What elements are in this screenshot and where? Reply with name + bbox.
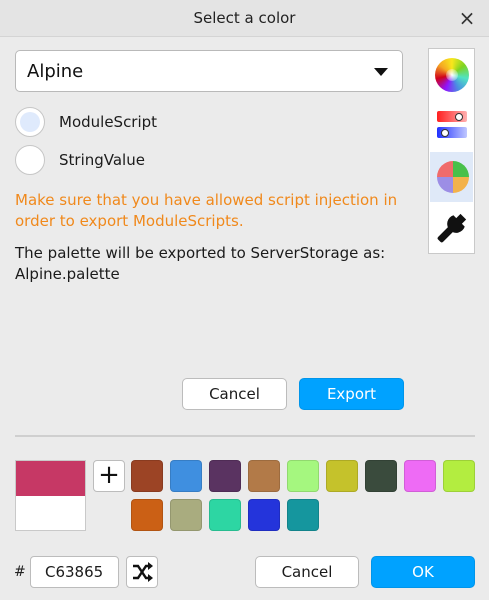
palette-dropdown[interactable]: Alpine [15,50,403,92]
previous-color-preview [16,496,85,530]
color-swatch[interactable] [404,460,436,492]
color-swatch[interactable] [131,499,163,531]
random-color-button[interactable] [126,556,158,588]
title-bar: Select a color × [0,0,489,37]
editor-sidebar [428,48,475,254]
tab-color-sliders[interactable] [430,101,473,151]
current-color-preview [16,461,85,496]
palette-dropdown-value: Alpine [27,61,84,82]
divider [15,435,475,437]
palette-pie-icon [437,161,469,193]
color-swatch[interactable] [248,460,280,492]
export-info-text: The palette will be exported to ServerSt… [15,244,386,283]
wrench-icon [437,213,467,243]
color-wheel-icon [435,58,469,92]
hex-prefix: # [14,564,26,580]
radio-label-stringvalue: StringValue [59,151,145,169]
add-color-button[interactable]: + [93,460,125,492]
tab-color-wheel[interactable] [430,50,473,100]
cancel-button[interactable]: Cancel [255,556,359,588]
radio-button[interactable] [15,145,45,175]
hex-color-input[interactable] [30,556,119,588]
ok-button[interactable]: OK [371,556,475,588]
dialog-title: Select a color [193,9,296,27]
export-cancel-button[interactable]: Cancel [182,378,287,410]
radio-button-selected[interactable] [15,107,45,137]
color-swatch[interactable] [248,499,280,531]
injection-warning-text: Make sure that you have allowed script i… [15,191,398,230]
color-swatch[interactable] [287,460,319,492]
radio-label-modulescript: ModuleScript [59,113,158,131]
close-icon[interactable]: × [457,8,477,28]
color-swatch[interactable] [170,460,202,492]
color-swatch[interactable] [170,499,202,531]
export-button[interactable]: Export [299,378,404,410]
color-swatch[interactable] [209,460,241,492]
tab-palettes[interactable] [430,152,473,202]
color-swatch[interactable] [443,460,475,492]
chevron-down-icon [374,68,388,76]
color-swatch[interactable] [365,460,397,492]
color-swatch[interactable] [131,460,163,492]
tab-settings[interactable] [430,203,473,253]
shuffle-icon [133,562,153,582]
color-swatch[interactable] [287,499,319,531]
color-preview [15,460,86,531]
color-swatch[interactable] [326,460,358,492]
color-swatch[interactable] [209,499,241,531]
